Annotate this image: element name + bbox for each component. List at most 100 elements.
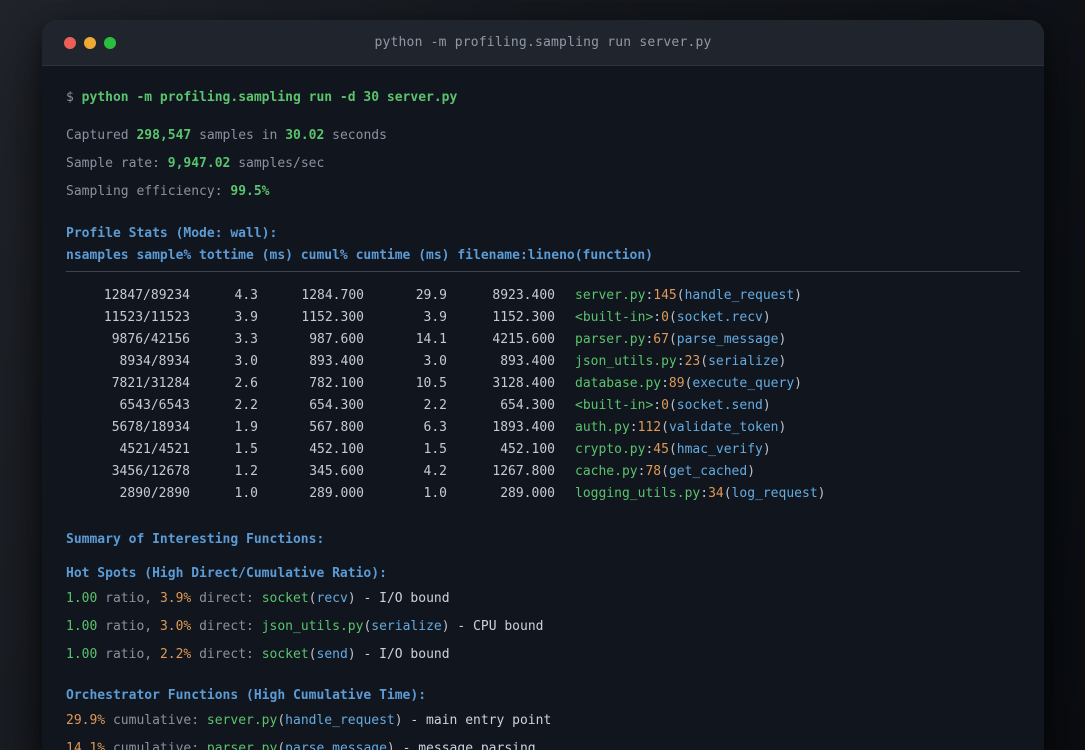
- close-button[interactable]: [64, 36, 76, 49]
- table-row: 11523/11523 3.9 1152.300 3.9 1152.300 <built-…: [66, 307, 1020, 329]
- table-row: 2890/2890 1.0 289.000 1.0 289.000 logging_uti…: [66, 483, 1020, 505]
- table-row: 7821/31284 2.6 782.100 10.5 3128.400 database…: [66, 373, 1020, 395]
- efficiency-label: Sampling efficiency:: [66, 184, 223, 199]
- cell-cumul-pct: 4.2: [423, 464, 447, 479]
- cell-sample-pct: 3.0: [234, 354, 258, 369]
- cell-location: <built-in>:0(socket.send): [575, 398, 771, 413]
- cell-nsamples: 2890/2890: [119, 486, 190, 501]
- table-row: 12847/89234 4.3 1284.700 29.9 8923.400 server…: [66, 285, 1020, 307]
- cell-sample-pct: 1.5: [234, 442, 258, 457]
- maximize-button[interactable]: [104, 36, 116, 49]
- cell-cumtime: 654.300: [500, 398, 555, 413]
- cell-cumtime: 8923.400: [492, 288, 555, 303]
- window-titlebar[interactable]: python -m profiling.sampling run server.…: [42, 20, 1044, 66]
- terminal-output: $ python -m profiling.sampling run -d 30…: [42, 66, 1044, 750]
- table-row: 5678/18934 1.9 567.800 6.3 1893.400 auth.py:1…: [66, 417, 1020, 439]
- cell-tottime: 893.400: [309, 354, 364, 369]
- direct-pct-value: 3.0%: [159, 619, 192, 634]
- cell-cumtime: 1893.400: [492, 420, 555, 435]
- cell-sample-pct: 4.3: [234, 288, 258, 303]
- cell-location: json_utils.py:23(serialize): [575, 354, 787, 369]
- orchestrator-line: 14.1% cumulative: parser.py(parse_messag…: [66, 740, 1020, 750]
- cell-cumul-pct: 3.0: [423, 354, 447, 369]
- sample-rate-unit: samples/sec: [238, 156, 325, 171]
- cell-sample-pct: 1.9: [234, 420, 258, 435]
- cell-cumtime: 289.000: [500, 486, 555, 501]
- orchestrator-title: Orchestrator Functions (High Cumulative …: [66, 688, 427, 703]
- function-ref: parser.py(parse_message): [206, 741, 395, 750]
- bound-note: - I/O bound: [363, 647, 450, 662]
- cumulative-pct-value: 29.9%: [66, 713, 106, 728]
- hot-spots-title: Hot Spots (High Direct/Cumulative Ratio)…: [66, 566, 387, 581]
- cell-sample-pct: 1.0: [234, 486, 258, 501]
- cell-location: <built-in>:0(socket.recv): [575, 310, 771, 325]
- cell-cumtime: 1152.300: [492, 310, 555, 325]
- cell-cumul-pct: 6.3: [423, 420, 447, 435]
- efficiency-value: 99.5%: [230, 184, 270, 199]
- cell-location: server.py:145(handle_request): [575, 288, 802, 303]
- captured-seconds-value: 30.02: [285, 128, 325, 143]
- cell-cumul-pct: 1.5: [423, 442, 447, 457]
- cell-cumtime: 893.400: [500, 354, 555, 369]
- cell-location: parser.py:67(parse_message): [575, 332, 787, 347]
- command-line: $ python -m profiling.sampling run -d 30…: [66, 89, 1020, 107]
- ratio-value: 1.00: [66, 619, 98, 634]
- window-title: python -m profiling.sampling run server.…: [374, 35, 712, 50]
- cell-location: database.py:89(execute_query): [575, 376, 802, 391]
- cell-nsamples: 3456/12678: [111, 464, 190, 479]
- cell-cumtime: 4215.600: [492, 332, 555, 347]
- cell-sample-pct: 2.2: [234, 398, 258, 413]
- cell-tottime: 452.100: [309, 442, 364, 457]
- minimize-button[interactable]: [84, 36, 96, 49]
- captured-unit-label: seconds: [332, 128, 387, 143]
- cell-nsamples: 4521/4521: [119, 442, 190, 457]
- direct-pct-value: 3.9%: [159, 591, 192, 606]
- cell-tottime: 567.800: [309, 420, 364, 435]
- function-ref: server.py(handle_request): [206, 713, 403, 728]
- table-row: 8934/8934 3.0 893.400 3.0 893.400 json_utils.…: [66, 351, 1020, 373]
- cell-cumul-pct: 3.9: [423, 310, 447, 325]
- table-row: 6543/6543 2.2 654.300 2.2 654.300 <built-in>:…: [66, 395, 1020, 417]
- captured-label: Captured: [66, 128, 129, 143]
- ratio-value: 1.00: [66, 647, 98, 662]
- cell-sample-pct: 1.2: [234, 464, 258, 479]
- bound-note: - CPU bound: [457, 619, 544, 634]
- cell-tottime: 1152.300: [301, 310, 364, 325]
- profile-stats-title: Profile Stats (Mode: wall):: [66, 226, 278, 241]
- captured-mid-label: samples in: [199, 128, 278, 143]
- shell-command: python -m profiling.sampling run -d 30 s…: [81, 90, 458, 105]
- table-row: 4521/4521 1.5 452.100 1.5 452.100 crypto.py:4…: [66, 439, 1020, 461]
- table-row: 3456/12678 1.2 345.600 4.2 1267.800 cache.py:…: [66, 461, 1020, 483]
- function-ref: socket(recv): [261, 591, 356, 606]
- cell-tottime: 289.000: [309, 486, 364, 501]
- traffic-lights: [64, 36, 116, 49]
- cell-location: logging_utils.py:34(log_request): [575, 486, 826, 501]
- cell-nsamples: 7821/31284: [111, 376, 190, 391]
- cell-cumtime: 3128.400: [492, 376, 555, 391]
- terminal-window: python -m profiling.sampling run server.…: [42, 20, 1044, 750]
- cell-tottime: 654.300: [309, 398, 364, 413]
- cell-cumul-pct: 14.1: [415, 332, 447, 347]
- captured-samples-line: Captured 298,547 samples in 30.02 second…: [66, 127, 1020, 145]
- cell-nsamples: 11523/11523: [103, 310, 190, 325]
- cell-sample-pct: 3.9: [234, 310, 258, 325]
- table-divider: [66, 271, 1020, 272]
- cell-tottime: 1284.700: [301, 288, 364, 303]
- cell-sample-pct: 2.6: [234, 376, 258, 391]
- function-ref: json_utils.py(serialize): [261, 619, 450, 634]
- sample-rate-line: Sample rate: 9,947.02 samples/sec: [66, 155, 1020, 173]
- cell-location: auth.py:112(validate_token): [575, 420, 787, 435]
- direct-pct-value: 2.2%: [159, 647, 192, 662]
- orchestrator-note: - main entry point: [410, 713, 552, 728]
- bound-note: - I/O bound: [363, 591, 450, 606]
- cell-location: cache.py:78(get_cached): [575, 464, 756, 479]
- sample-rate-label: Sample rate:: [66, 156, 160, 171]
- cumulative-pct-value: 14.1%: [66, 741, 106, 750]
- hot-spot-line: 1.00 ratio, 3.0% direct: json_utils.py(s…: [66, 619, 544, 634]
- cell-cumtime: 452.100: [500, 442, 555, 457]
- table-row: 9876/42156 3.3 987.600 14.1 4215.600 parser.p…: [66, 329, 1020, 351]
- captured-samples-value: 298,547: [136, 128, 192, 143]
- shell-prompt: $: [66, 90, 74, 105]
- cell-cumul-pct: 10.5: [415, 376, 447, 391]
- cell-nsamples: 6543/6543: [119, 398, 190, 413]
